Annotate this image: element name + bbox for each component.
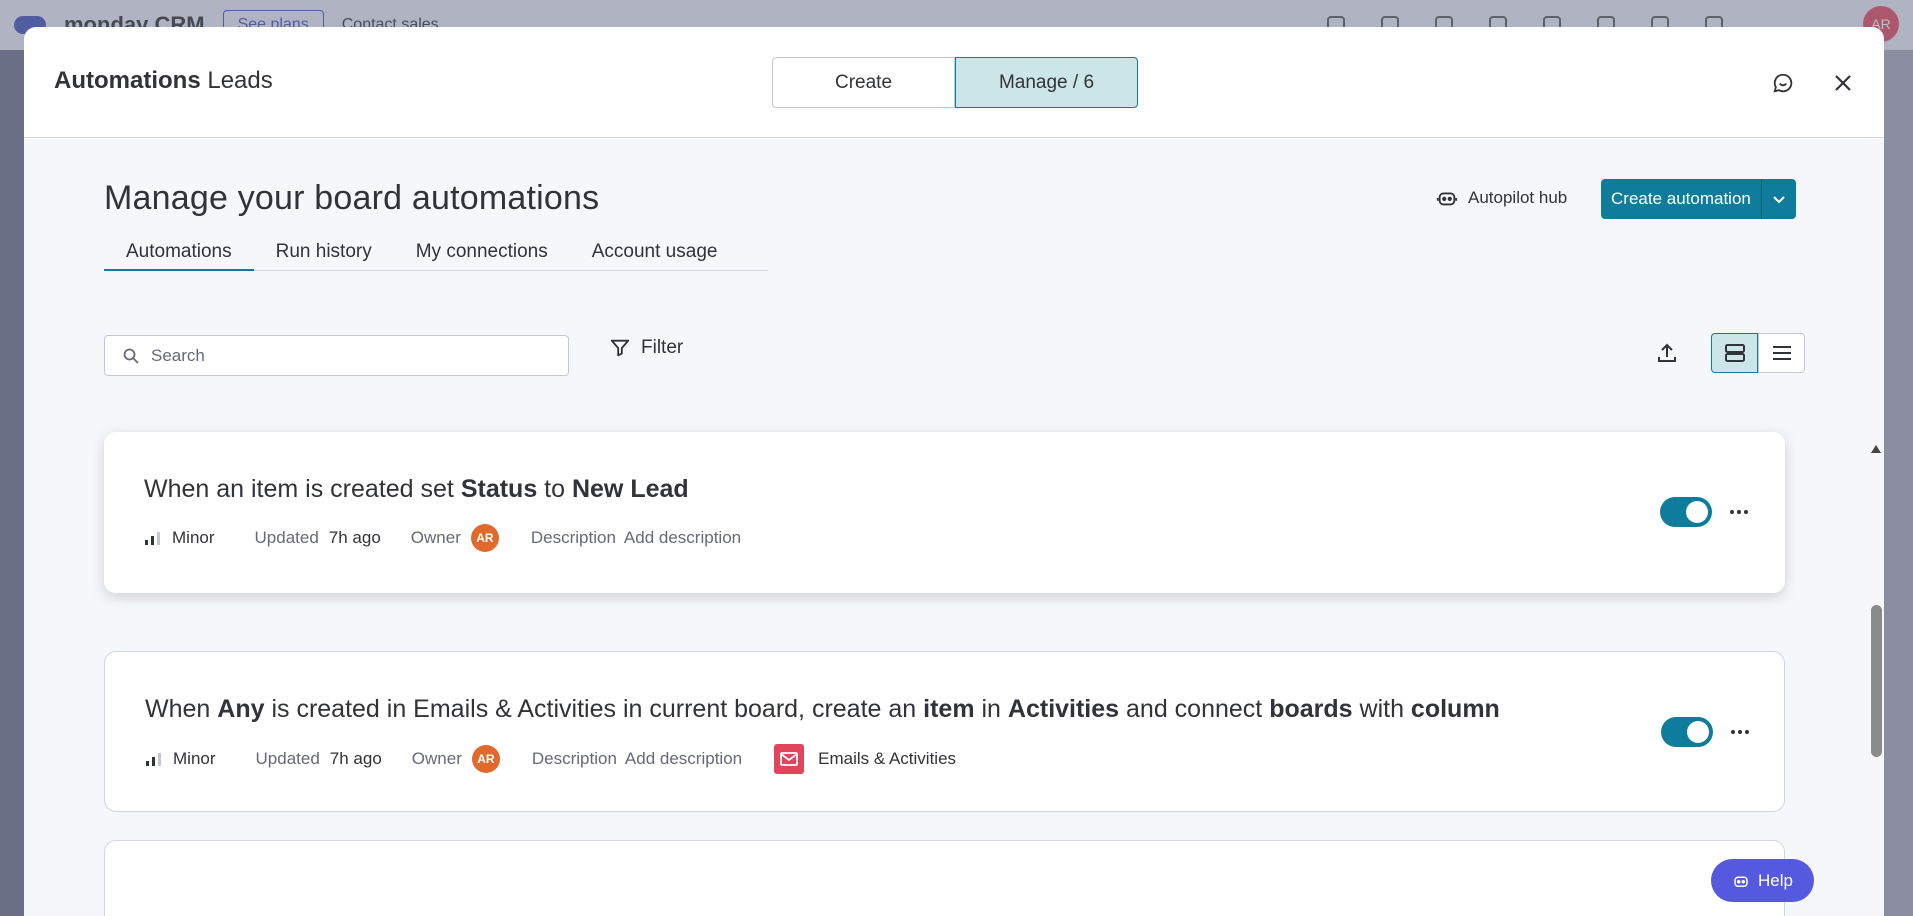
level-value: Minor — [172, 528, 215, 547]
updated-value: 7h ago — [328, 528, 381, 547]
page-title: Manage your board automations — [104, 179, 600, 217]
recipe-token: Activities — [1007, 695, 1120, 723]
more-options-icon[interactable] — [1724, 497, 1754, 527]
tab-run-history[interactable]: Run history — [254, 231, 394, 271]
automation-meta: Minor Updated 7h ago Owner AR Descriptio… — [145, 744, 956, 774]
updated-label: Updated — [255, 749, 320, 768]
search-icon — [123, 348, 139, 364]
automation-card[interactable]: When an item is created set Status to Ne… — [104, 432, 1785, 593]
tab-account-usage[interactable]: Account usage — [570, 231, 740, 271]
manage-tabs: Automations Run history My connections A… — [104, 231, 768, 271]
owner-avatar[interactable]: AR — [471, 745, 500, 773]
automation-card[interactable]: When Any is created in Emails & Activiti… — [104, 651, 1785, 812]
automation-meta: Minor Updated 7h ago Owner AR Descriptio… — [144, 524, 741, 552]
description-label: Description — [530, 528, 616, 547]
recipe-text: with — [1352, 695, 1411, 723]
automation-recipe: When an item is created set Status to Ne… — [144, 475, 689, 504]
tab-my-connections[interactable]: My connections — [394, 231, 570, 271]
owner-label: Owner — [411, 749, 462, 768]
create-tab-button[interactable]: Create — [772, 57, 955, 108]
filter-button[interactable]: Filter — [609, 337, 683, 359]
recipe-token: column — [1410, 695, 1500, 723]
create-automation-dropdown[interactable] — [1762, 179, 1796, 219]
priority-bars-icon — [145, 532, 160, 545]
autopilot-hub-button[interactable]: Autopilot hub — [1436, 187, 1567, 209]
robot-icon — [1734, 876, 1748, 887]
list-view-button[interactable] — [1758, 333, 1805, 373]
search-box — [104, 335, 569, 376]
toggle-knob — [1686, 501, 1708, 523]
priority-bars-icon — [146, 753, 161, 766]
add-description-button[interactable]: Add description — [625, 749, 742, 769]
description-label: Description — [531, 749, 617, 768]
level-value: Minor — [173, 749, 216, 768]
export-icon — [1658, 343, 1676, 362]
filter-icon — [610, 339, 630, 357]
add-description-button[interactable]: Add description — [624, 528, 741, 548]
close-icon[interactable] — [1829, 69, 1857, 97]
updated-value: 7h ago — [329, 749, 382, 768]
modal-title: Automations Leads — [54, 67, 273, 95]
modal-body: Manage your board automations Autopilot … — [24, 139, 1884, 916]
filter-label: Filter — [641, 337, 684, 358]
recipe-text: and connect — [1119, 695, 1270, 723]
chevron-down-icon — [1773, 196, 1785, 204]
recipe-text: When an item is created set — [144, 475, 461, 503]
create-automation-button[interactable]: Create automation — [1601, 179, 1762, 219]
updated-label: Updated — [254, 528, 319, 547]
scrollbar-thumb[interactable] — [1871, 605, 1882, 757]
create-automation-split-button: Create automation — [1601, 179, 1796, 219]
recipe-token: New Lead — [571, 475, 689, 503]
card-view-icon — [1724, 344, 1745, 362]
app-name: Emails & Activities — [818, 749, 957, 768]
export-button[interactable] — [1652, 339, 1682, 369]
feedback-icon[interactable] — [1769, 69, 1797, 97]
recipe-token: boards — [1269, 695, 1353, 723]
automations-modal: Automations Leads Create Manage / 6 Mana… — [24, 27, 1884, 916]
scroll-up-arrow[interactable] — [1871, 445, 1881, 453]
modal-title-automations: Automations — [54, 67, 201, 94]
search-input[interactable] — [151, 345, 531, 366]
help-label: Help — [1758, 870, 1793, 890]
recipe-text: to — [537, 475, 572, 503]
email-app-icon — [774, 744, 805, 774]
recipe-text: When — [145, 695, 218, 723]
automation-card[interactable] — [104, 840, 1785, 916]
autopilot-hub-label: Autopilot hub — [1468, 188, 1568, 207]
toggle-knob — [1687, 721, 1709, 743]
automation-recipe: When Any is created in Emails & Activiti… — [145, 695, 1500, 724]
modal-title-board: Leads — [207, 67, 273, 94]
recipe-text: in — [974, 695, 1008, 723]
recipe-text: is created in Emails & Activities in cur… — [264, 695, 924, 723]
list-view-icon — [1772, 346, 1791, 360]
automation-toggle[interactable] — [1661, 717, 1713, 747]
owner-label: Owner — [410, 528, 461, 547]
view-toggle — [1711, 333, 1805, 373]
create-manage-switch: Create Manage / 6 — [772, 57, 1138, 108]
modal-header: Automations Leads Create Manage / 6 — [24, 27, 1884, 138]
more-options-icon[interactable] — [1725, 717, 1755, 747]
tab-automations[interactable]: Automations — [104, 231, 254, 271]
recipe-token: item — [923, 695, 975, 723]
owner-avatar[interactable]: AR — [470, 524, 499, 552]
recipe-token: Status — [460, 475, 538, 503]
help-button[interactable]: Help — [1711, 859, 1814, 902]
robot-icon — [1436, 192, 1458, 206]
card-view-button[interactable] — [1711, 333, 1758, 373]
manage-tab-button[interactable]: Manage / 6 — [955, 57, 1138, 108]
recipe-token: Any — [217, 695, 265, 723]
background-right-panel — [1883, 50, 1913, 916]
automation-toggle[interactable] — [1660, 497, 1712, 527]
